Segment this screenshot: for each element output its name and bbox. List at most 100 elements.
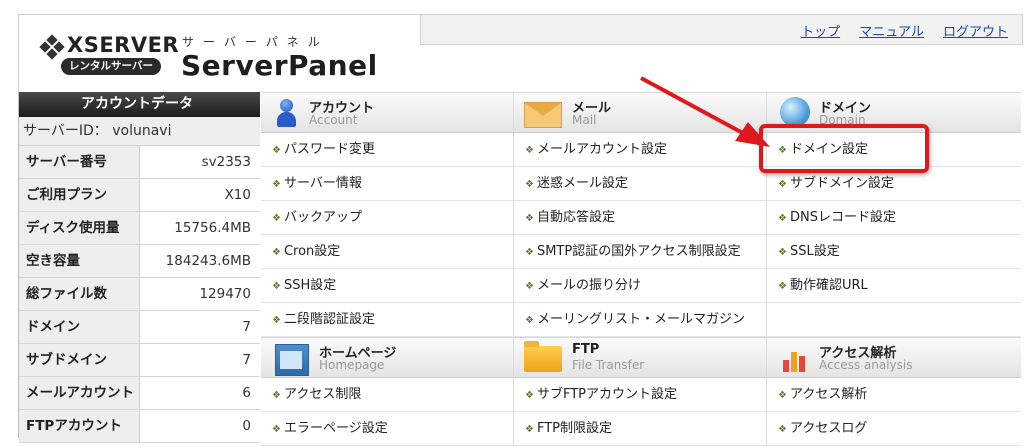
menu-item[interactable]: ❖ サーバー情報 [261,167,514,201]
menu-item-label: メールアカウント設定 [536,142,667,157]
menu-item[interactable]: ❖ アクセス制限 [261,378,514,412]
menu-item-label: サブFTPアカウント設定 [536,387,677,402]
menu-item-label: DNSレコード設定 [789,210,896,225]
menu-item[interactable]: ❖ パスワード変更 [261,133,514,167]
brand-name: XSERVER [67,33,180,57]
bullet-icon: ❖ [778,213,787,224]
menu-item[interactable]: ❖ 動作確認URL [767,269,1021,303]
menu-item[interactable]: ❖ 迷惑メール設定 [514,167,767,201]
account-row: ディスク使用量 15756.4MB [19,212,260,245]
account-row-label: 空き容量 [19,245,140,277]
account-row: 総ファイル数 129470 [19,278,260,311]
top-links: トップ マニュアル ログアウト [786,21,1008,40]
menu-item-label: サブドメイン設定 [789,176,894,191]
menu-item[interactable]: ❖ メールの振り分け [514,269,767,303]
category-row-bottom: ホームページ Homepage FTP File Transfer アクセス解析… [261,337,1021,378]
category-homepage: ホームページ Homepage [261,337,514,378]
account-row: サブドメイン 7 [19,344,260,377]
menu-item-label: 迷惑メール設定 [536,176,628,191]
bullet-icon: ❖ [525,390,534,401]
top-link[interactable]: トップ [801,25,840,40]
category-name: FTP [572,342,600,357]
menu-item[interactable]: ❖ エラーページ設定 [261,412,514,446]
menu-item-label: 二段階認証設定 [283,312,375,327]
panel-kana: サーバーパネル [182,35,329,49]
menu-item[interactable]: ❖ バックアップ [261,201,514,235]
menu-item[interactable]: ❖ メーリングリスト・メールマガジン [514,303,767,337]
menu-item[interactable]: ❖ ドメイン設定 [767,133,1021,167]
chart-icon [783,346,811,372]
menu-item-label: アクセス制限 [283,387,362,402]
menu-item[interactable]: ❖ サブドメイン設定 [767,167,1021,201]
account-row-value: X10 [224,187,251,203]
menu-item-label: FTP制限設定 [536,421,612,436]
account-row-label: ドメイン [19,311,140,343]
menu-item[interactable]: ❖ SSL設定 [767,235,1021,269]
menu-item[interactable]: ❖ FTP制限設定 [514,412,767,446]
server-panel-page: XSERVER レンタルサーバー サーバーパネル ServerPanel トップ… [0,0,1036,446]
bullet-icon: ❖ [525,213,534,224]
account-row: FTPアカウント 0 [19,410,260,443]
bullet-icon: ❖ [525,179,534,190]
account-row-label: サーバー番号 [19,146,140,178]
account-row-value: 6 [242,385,251,401]
menu-item-label: 自動応答設定 [536,210,615,225]
menu-item-label: SSH設定 [283,278,337,293]
category-sub: File Transfer [572,358,645,372]
menu-item-label: SMTP認証の国外アクセス制限設定 [536,244,741,259]
menu-item[interactable]: ❖ アクセスログ [767,412,1021,446]
account-row-value: 7 [242,352,251,368]
menu-item-label: アクセスログ [789,421,868,436]
bullet-icon: ❖ [778,179,787,190]
bullet-icon: ❖ [272,390,281,401]
account-row-value: 15756.4MB [174,220,251,236]
account-row: 空き容量 184243.6MB [19,245,260,278]
xserver-logo-icon [39,34,65,60]
account-row-value: 0 [242,418,251,434]
logout-link[interactable]: ログアウト [943,25,1008,40]
menu-item[interactable]: ❖ メールアカウント設定 [514,133,767,167]
category-sub: Account [309,113,358,127]
menu-item-row: ❖ 二段階認証設定 ❖ メーリングリスト・メールマガジン [261,303,1021,337]
menu-item[interactable]: ❖ SSH設定 [261,269,514,303]
menu-item-row: ❖ Cron設定 ❖ SMTP認証の国外アクセス制限設定 ❖ SSL設定 [261,235,1021,269]
menu-item-label: アクセス解析 [789,387,868,402]
account-row-label: サブドメイン [19,344,140,376]
account-row: メールアカウント 6 [19,377,260,410]
menu-item[interactable]: ❖ 自動応答設定 [514,201,767,235]
menu-item[interactable]: ❖ サブFTPアカウント設定 [514,378,767,412]
bullet-icon: ❖ [272,145,281,156]
menu-item[interactable]: ❖ DNSレコード設定 [767,201,1021,235]
category-ftp: FTP File Transfer [514,337,767,378]
manual-link[interactable]: マニュアル [859,25,924,40]
category-sub: Homepage [319,358,385,372]
menu-item[interactable]: ❖ アクセス解析 [767,378,1021,412]
category-domain: ドメイン Domain [767,92,1021,133]
globe-icon [780,97,810,127]
menu-item[interactable]: ❖ 二段階認証設定 [261,303,514,337]
account-row-label: ディスク使用量 [19,212,140,244]
menu-item-label: 動作確認URL [789,278,868,293]
menu-item[interactable]: ❖ SMTP認証の国外アクセス制限設定 [514,235,767,269]
bullet-icon: ❖ [272,424,281,435]
menu-item-label: ドメイン設定 [789,142,868,157]
menu-grid: アカウント Account メール Mail ドメイン Domain ❖ パスワー… [261,92,1021,446]
top-bar: トップ マニュアル ログアウト [420,14,1023,45]
menu-item-label: パスワード変更 [283,142,375,157]
menu-item-row: ❖ エラーページ設定 ❖ FTP制限設定 ❖ アクセスログ [261,412,1021,446]
menu-item-label: Cron設定 [283,244,341,259]
account-row: ご利用プラン X10 [19,179,260,212]
menu-item[interactable]: ❖ Cron設定 [261,235,514,269]
account-row-value: sv2353 [201,154,251,170]
server-id: サーバーID： volunavi [19,117,260,146]
menu-item-row: ❖ パスワード変更 ❖ メールアカウント設定 ❖ ドメイン設定 [261,133,1021,167]
brand-tagline: レンタルサーバー [61,58,161,75]
menu-item-label: バックアップ [283,210,362,225]
bullet-icon: ❖ [272,179,281,190]
menu-item-row: ❖ アクセス制限 ❖ サブFTPアカウント設定 ❖ アクセス解析 [261,378,1021,412]
account-row-value: 7 [242,319,251,335]
menu-item-row: ❖ バックアップ ❖ 自動応答設定 ❖ DNSレコード設定 [261,201,1021,235]
bullet-icon: ❖ [778,145,787,156]
mail-icon [524,102,562,128]
menu-item-label: サーバー情報 [283,176,362,191]
